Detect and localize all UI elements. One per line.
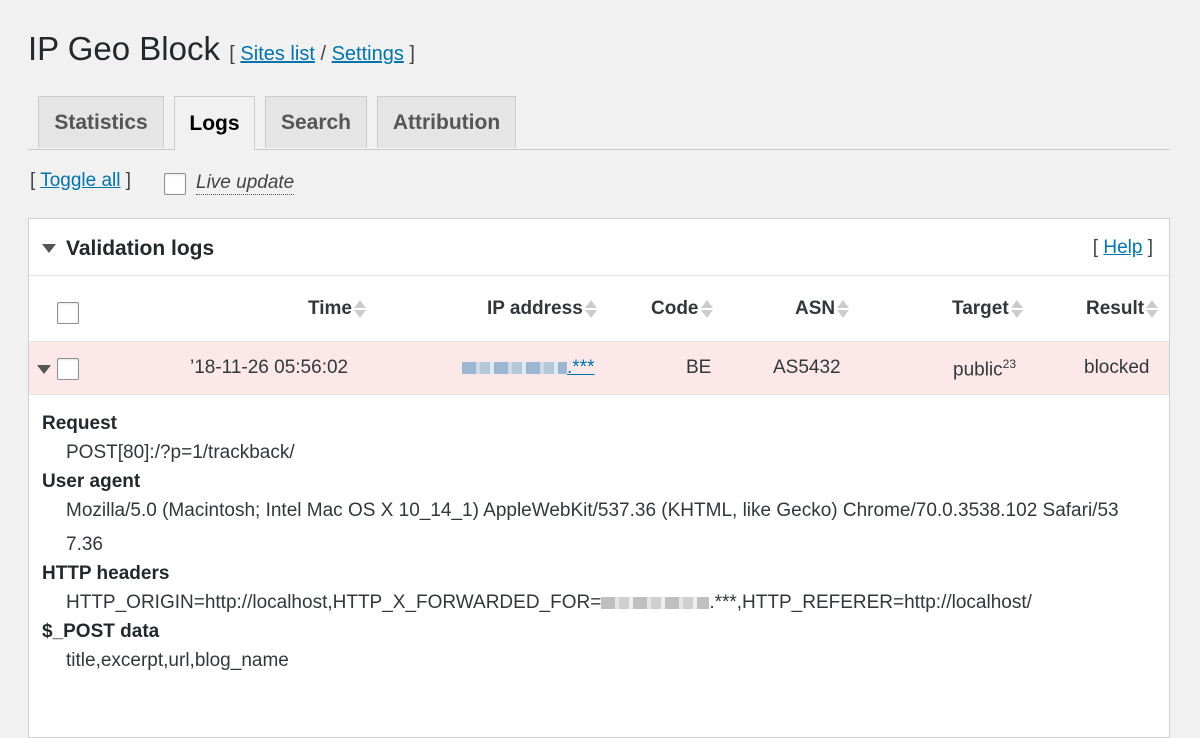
tab-search[interactable]: Search: [265, 96, 367, 148]
panel-header[interactable]: Validation logs [ Help ]: [29, 219, 1169, 276]
sort-icon: [1010, 298, 1023, 320]
caret-down-icon[interactable]: [42, 244, 56, 253]
cell-asn: AS5432: [773, 357, 841, 378]
sort-icon: [354, 298, 367, 320]
column-asn[interactable]: ASN: [795, 298, 850, 320]
redacted-ip-image: [462, 361, 567, 374]
live-update-checkbox[interactable]: [164, 172, 186, 195]
help-link[interactable]: Help: [1103, 237, 1142, 258]
sort-icon: [837, 298, 850, 320]
table-header: Time IP address Code ASN Target Result: [29, 276, 1169, 342]
cell-ip-address-link[interactable]: .***: [462, 357, 594, 379]
bracket-close: ]: [1147, 237, 1153, 258]
bracket-open: [: [229, 43, 235, 65]
sort-icon: [1146, 298, 1159, 320]
request-label: Request: [42, 413, 117, 434]
column-target[interactable]: Target: [952, 298, 1023, 320]
page-title: IP Geo Block: [28, 30, 220, 67]
header-links: [ Sites list / Settings ]: [229, 43, 415, 65]
log-details: Request POST[80]:/?p=1/trackback/ User a…: [42, 413, 1152, 678]
bracket-close: ]: [125, 170, 132, 191]
request-value: POST[80]:/?p=1/trackback/: [66, 442, 295, 463]
column-ip-address[interactable]: IP address: [487, 298, 597, 320]
tab-statistics[interactable]: Statistics: [38, 96, 164, 148]
row-checkbox[interactable]: [57, 358, 79, 380]
validation-logs-panel: Validation logs [ Help ] Time IP address…: [28, 218, 1170, 738]
headers-prefix: HTTP_ORIGIN=http://localhost,HTTP_X_FORW…: [66, 592, 602, 613]
live-update-label[interactable]: Live update: [196, 172, 295, 195]
help-group: [ Help ]: [1093, 237, 1153, 259]
tab-bar: Statistics Logs Search Attribution: [28, 96, 1170, 150]
separator: /: [320, 43, 326, 65]
column-code-label: Code: [651, 298, 699, 320]
bracket-open: [: [1092, 237, 1099, 258]
page-header: IP Geo Block [ Sites list / Settings ]: [28, 30, 415, 68]
post-data-label: $_POST data: [42, 621, 160, 642]
user-agent-value: Mozilla/5.0 (Macintosh; Intel Mac OS X 1…: [42, 494, 1152, 562]
panel-title: Validation logs: [66, 237, 215, 260]
headers-suffix: .***,HTTP_REFERER=http://localhost/: [709, 592, 1032, 613]
live-update-group: Live update: [164, 172, 295, 195]
cell-code: BE: [686, 357, 712, 378]
http-headers-value: HTTP_ORIGIN=http://localhost,HTTP_X_FORW…: [42, 586, 1152, 620]
page: IP Geo Block [ Sites list / Settings ] S…: [0, 0, 1200, 738]
target-superscript: 23: [1002, 357, 1017, 371]
cell-target: public23: [953, 357, 1016, 381]
user-agent-line-2: 7.36: [66, 534, 103, 555]
table-row[interactable]: ’18-11-26 05:56:02 .*** BE AS5432 public…: [29, 342, 1169, 395]
column-code[interactable]: Code: [651, 298, 713, 320]
ip-suffix: .***: [567, 357, 595, 378]
bracket-open: [: [30, 170, 36, 191]
redacted-ip-image: [601, 596, 710, 609]
sites-list-link[interactable]: Sites list: [240, 43, 314, 65]
http-headers-label: HTTP headers: [42, 563, 170, 584]
target-value: public: [953, 359, 1003, 381]
select-all-checkbox[interactable]: [57, 302, 79, 324]
column-time[interactable]: Time: [308, 298, 367, 320]
column-target-label: Target: [952, 298, 1009, 320]
tab-logs[interactable]: Logs: [174, 96, 255, 150]
toggle-all-group: [ Toggle all ]: [30, 170, 131, 192]
cell-time: ’18-11-26 05:56:02: [190, 357, 349, 378]
tab-attribution[interactable]: Attribution: [377, 96, 516, 148]
bracket-close: ]: [409, 43, 415, 65]
column-time-label: Time: [308, 298, 353, 320]
column-result[interactable]: Result: [1086, 298, 1159, 320]
column-ip-label: IP address: [487, 298, 583, 320]
toggle-all-link[interactable]: Toggle all: [40, 170, 120, 191]
user-agent-label: User agent: [42, 471, 141, 492]
user-agent-line-1: Mozilla/5.0 (Macintosh; Intel Mac OS X 1…: [66, 500, 1119, 521]
post-data-value: title,excerpt,url,blog_name: [66, 650, 289, 671]
row-expand-caret-icon[interactable]: [37, 365, 51, 374]
column-result-label: Result: [1086, 298, 1145, 320]
column-asn-label: ASN: [795, 298, 836, 320]
settings-link[interactable]: Settings: [332, 43, 404, 65]
sort-icon: [584, 298, 597, 320]
cell-result: blocked: [1084, 357, 1150, 378]
sort-icon: [700, 298, 713, 320]
